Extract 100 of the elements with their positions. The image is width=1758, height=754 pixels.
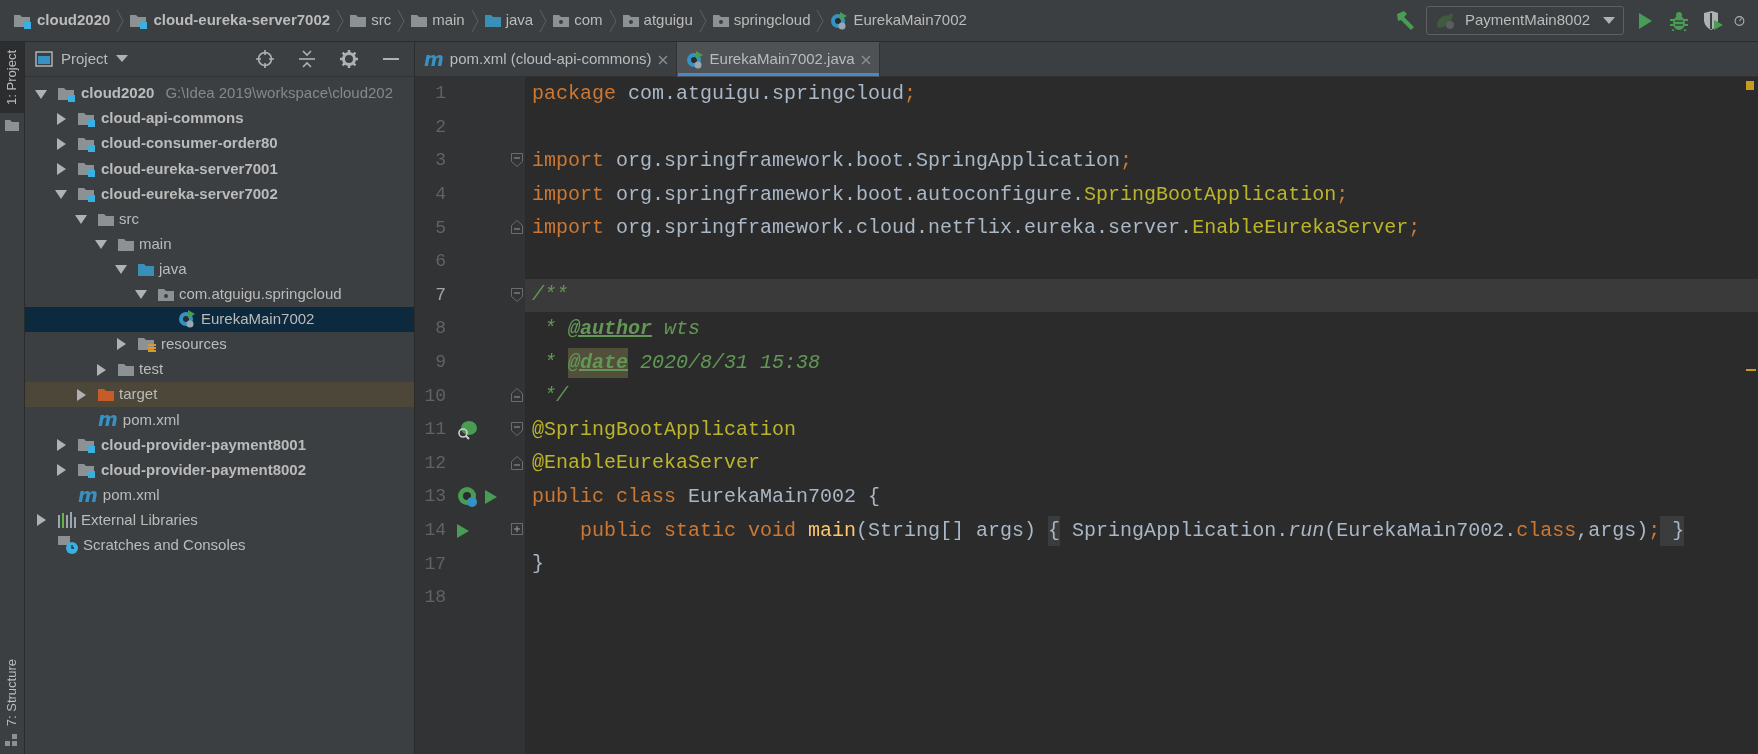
tree-item[interactable]: main [139, 232, 172, 256]
caret-down-icon [1603, 16, 1615, 25]
code-line: @SpringBootApplication [531, 416, 797, 443]
package-icon [622, 13, 639, 28]
run-configuration-dropdown[interactable]: PaymentMain8002 [1426, 6, 1624, 35]
caret-right-icon[interactable] [35, 514, 47, 527]
class-icon [685, 50, 704, 69]
caret-right-icon[interactable] [55, 137, 67, 150]
caret-right-icon[interactable] [95, 363, 107, 376]
tree-item[interactable]: java [159, 257, 187, 281]
tree-item[interactable]: pom.xml [102, 483, 160, 507]
folder-icon [98, 211, 114, 227]
caret-right-icon[interactable] [55, 463, 67, 476]
breadcrumb-item[interactable]: cloud-eureka-server7002 [153, 9, 331, 32]
caret-right-icon[interactable] [75, 388, 87, 401]
close-icon [657, 54, 668, 65]
tree-item[interactable]: cloud-provider-payment8002 [101, 458, 307, 482]
caret-right-icon[interactable] [55, 112, 67, 125]
code-line: /** [531, 282, 568, 309]
tree-item[interactable]: resources [161, 333, 227, 356]
caret-down-icon[interactable] [95, 238, 107, 251]
code-line: @EnableEurekaServer [531, 450, 761, 477]
tree-item[interactable]: cloud2020 [81, 82, 155, 105]
tree-item[interactable]: cloud-consumer-order80 [101, 132, 278, 155]
folder-icon [350, 13, 367, 28]
source-folder-icon [138, 261, 154, 277]
module-folder-icon [78, 160, 96, 177]
run-icon[interactable] [456, 522, 470, 539]
panel-window-icon [35, 51, 53, 67]
separator-icon [470, 9, 479, 32]
caret-right-icon[interactable] [55, 438, 67, 451]
spring-boot-icon [1435, 11, 1457, 30]
caret-down-icon[interactable] [55, 187, 67, 200]
tool-window-tab[interactable]: 7: Structure [0, 650, 25, 734]
breadcrumb-item[interactable]: EurekaMain7002 [853, 9, 967, 32]
folder-icon [98, 387, 114, 403]
source-folder-icon [484, 13, 501, 28]
warning-marker[interactable] [1746, 369, 1756, 372]
folder-icon [118, 362, 134, 378]
caret-down-icon[interactable] [115, 263, 127, 276]
separator-icon [816, 9, 825, 32]
module-folder-icon [14, 12, 32, 29]
maven-icon: m [98, 410, 118, 430]
class-icon [830, 11, 849, 30]
fold-icon[interactable] [511, 388, 523, 403]
tool-window-tab[interactable]: 1: Project [0, 42, 25, 113]
package-icon [553, 13, 570, 28]
editor-tab[interactable]: EurekaMain7002.java [676, 42, 880, 77]
breadcrumb-item[interactable]: java [505, 9, 534, 32]
caret-down-icon [115, 55, 128, 63]
tree-item[interactable]: Scratches and Consoles [83, 534, 246, 557]
tree-item[interactable]: com.atguigu.springcloud [179, 283, 342, 306]
code-line: */ [543, 383, 568, 410]
separator-icon [397, 9, 406, 32]
caret-right-icon[interactable] [115, 338, 127, 351]
breadcrumb-item[interactable]: springcloud [733, 9, 811, 32]
tree-item[interactable]: cloud-provider-payment8001 [101, 433, 307, 457]
run-icon[interactable] [484, 488, 498, 505]
fold-icon[interactable] [511, 220, 523, 235]
code-line: import org.springframework.cloud.netflix.eureka.server.EnableEurekaServer; [531, 215, 1421, 242]
fold-icon[interactable] [511, 153, 523, 168]
maven-icon: m [424, 50, 444, 69]
project-view-dropdown[interactable]: Project [61, 46, 128, 72]
caret-down-icon[interactable] [135, 288, 147, 301]
tree-item[interactable]: pom.xml [122, 408, 180, 431]
breadcrumb-item[interactable]: main [432, 9, 465, 32]
breadcrumb-item[interactable]: cloud2020 [37, 9, 111, 32]
module-folder-icon [78, 185, 96, 202]
tree-item[interactable]: cloud-api-commons [101, 107, 244, 130]
fold-icon[interactable] [511, 287, 523, 302]
folder-icon [118, 236, 134, 252]
structure-icon [5, 734, 19, 746]
tree-item[interactable]: target [119, 383, 158, 406]
fold-icon[interactable] [511, 421, 523, 436]
bean-search-icon [456, 419, 478, 440]
breadcrumb-item[interactable]: atguigu [643, 9, 693, 32]
caret-down-icon[interactable] [35, 87, 47, 100]
breadcrumb-item[interactable]: src [371, 9, 392, 32]
expand-fold-icon[interactable] [511, 522, 523, 535]
tree-item[interactable]: External Libraries [81, 508, 198, 532]
class-icon [178, 310, 196, 329]
caret-down-icon[interactable] [75, 213, 87, 225]
tree-item[interactable]: src [119, 207, 139, 231]
breadcrumb-item[interactable]: com [574, 9, 603, 32]
libraries-icon [58, 512, 76, 529]
code-line: * @author wts [543, 315, 701, 342]
separator-icon [698, 9, 707, 32]
fold-icon[interactable] [511, 455, 523, 470]
separator-icon [116, 9, 125, 32]
spring-class-icon [456, 485, 480, 508]
maven-icon: m [78, 485, 98, 505]
separator-icon [608, 9, 617, 32]
code-line: } [531, 551, 544, 578]
code-line: public static void main(String[] args) { SpringApplication.run(EurekaMain7002.class,args); } [525, 513, 1685, 548]
caret-right-icon[interactable] [55, 162, 67, 175]
tree-item[interactable]: test [139, 358, 164, 381]
separator-icon [336, 9, 345, 32]
tree-item[interactable]: cloud-eureka-server7002 [101, 182, 278, 206]
tree-item[interactable]: cloud-eureka-server7001 [101, 157, 278, 181]
code-line: * @date 2020/8/31 15:38 [525, 345, 821, 380]
